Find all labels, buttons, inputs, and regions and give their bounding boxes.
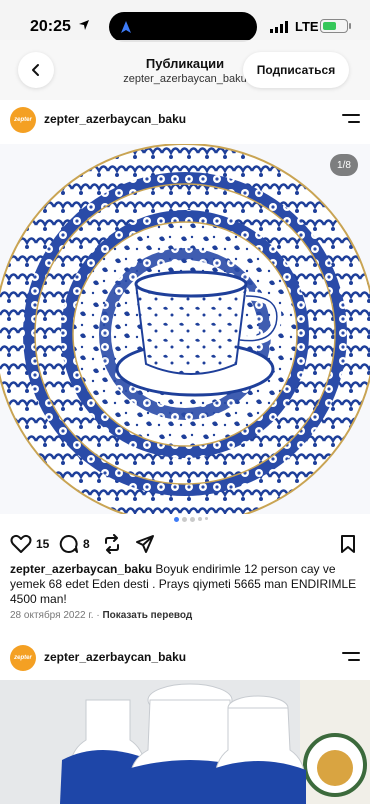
post-image[interactable] <box>0 144 370 514</box>
carousel-dot <box>182 517 187 522</box>
like-button[interactable]: 15 <box>10 532 49 556</box>
subscribe-button[interactable]: Подписаться <box>243 52 349 88</box>
avatar[interactable]: zepter <box>10 107 36 133</box>
status-time: 20:25 <box>30 18 71 35</box>
carousel-dots <box>170 517 210 523</box>
comment-button[interactable]: 8 <box>59 532 90 556</box>
post-date: 28 октября 2022 г. <box>10 610 94 621</box>
post-header: zepter zepter_azerbaycan_baku <box>0 638 370 678</box>
post-meta: 28 октября 2022 г. · Показать перевод <box>10 610 193 621</box>
repost-icon <box>105 534 119 554</box>
share-button[interactable] <box>135 532 155 556</box>
post-header: zepter zepter_azerbaycan_baku <box>0 100 370 140</box>
battery-cap <box>349 23 351 29</box>
bookmark-icon <box>341 535 355 553</box>
post-username[interactable]: zepter_azerbaycan_baku <box>44 650 186 664</box>
bottles-image <box>0 680 370 804</box>
heart-icon <box>10 534 32 553</box>
share-icon <box>136 535 154 553</box>
translate-link[interactable]: Показать перевод <box>102 610 192 621</box>
network-type: LTE <box>295 19 319 34</box>
bookmark-button[interactable] <box>340 532 356 556</box>
signal-icon <box>270 21 288 33</box>
post-username[interactable]: zepter_azerbaycan_baku <box>44 112 186 126</box>
carousel-dot <box>190 517 195 522</box>
post-actions: 15 8 <box>0 532 370 556</box>
location-arrow-icon <box>79 20 89 30</box>
more-menu-icon[interactable] <box>342 651 360 663</box>
more-menu-icon[interactable] <box>342 113 360 125</box>
repost-button[interactable] <box>102 532 122 556</box>
caption-username[interactable]: zepter_azerbaycan_baku <box>10 562 152 576</box>
avatar[interactable]: zepter <box>10 645 36 671</box>
likes-count: 15 <box>36 537 50 551</box>
post-image[interactable] <box>0 680 370 804</box>
comments-count: 8 <box>83 537 90 551</box>
carousel-dot-active <box>174 517 179 522</box>
carousel-dot <box>198 517 202 521</box>
comment-icon <box>59 534 78 553</box>
top-header: Публикации zepter_azerbaycan_baku Подпис… <box>0 40 370 100</box>
carousel-dot <box>205 517 208 520</box>
navigation-arrow-icon <box>121 21 131 33</box>
porcelain-set-image <box>0 144 370 514</box>
battery-icon <box>320 19 348 33</box>
post-caption: zepter_azerbaycan_baku Boyuk endirimle 1… <box>10 562 362 607</box>
dynamic-island <box>109 12 257 42</box>
image-counter: 1/8 <box>330 154 358 176</box>
